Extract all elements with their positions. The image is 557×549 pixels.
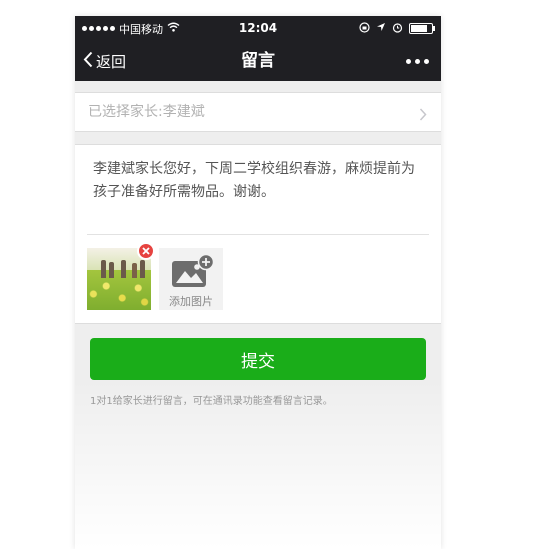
add-image-button[interactable]: 添加图片 bbox=[159, 248, 223, 310]
message-textarea[interactable]: 李建斌家长您好，下周二学校组织春游，麻烦提前为孩子准备好所需物品。谢谢。 bbox=[93, 158, 423, 204]
page-title: 留言 bbox=[241, 51, 275, 71]
battery-level-fill bbox=[411, 25, 428, 32]
add-image-icon bbox=[171, 253, 215, 292]
recipient-select-row[interactable]: 已选择家长:李建斌 bbox=[75, 92, 441, 132]
nav-bar: 返回 留言 bbox=[75, 41, 441, 81]
location-arrow-icon bbox=[376, 22, 386, 35]
status-right bbox=[359, 16, 435, 41]
status-bar: 中国移动 12:04 bbox=[75, 16, 441, 41]
submit-button[interactable]: 提交 bbox=[90, 338, 426, 380]
phone-screen: 中国移动 12:04 返回 留言 已选择家长:李建斌 李建斌家长您好，下周二学校… bbox=[75, 16, 441, 549]
chevron-left-icon bbox=[83, 51, 93, 72]
alarm-icon bbox=[392, 22, 403, 36]
compose-divider bbox=[87, 234, 429, 235]
orientation-lock-icon bbox=[359, 21, 370, 36]
more-options-icon[interactable] bbox=[406, 41, 429, 81]
hint-text: 1对1给家长进行留言，可在通讯录功能查看留言记录。 bbox=[90, 396, 333, 407]
battery-icon bbox=[409, 23, 435, 34]
back-label: 返回 bbox=[96, 52, 127, 71]
remove-image-button[interactable] bbox=[137, 242, 155, 260]
close-icon bbox=[142, 247, 150, 255]
add-image-label: 添加图片 bbox=[169, 295, 213, 308]
compose-panel: 李建斌家长您好，下周二学校组织春游，麻烦提前为孩子准备好所需物品。谢谢。 添加图… bbox=[75, 144, 441, 324]
back-button[interactable]: 返回 bbox=[83, 41, 126, 81]
recipient-label: 已选择家长:李建斌 bbox=[88, 104, 205, 120]
chevron-right-icon bbox=[419, 106, 427, 125]
